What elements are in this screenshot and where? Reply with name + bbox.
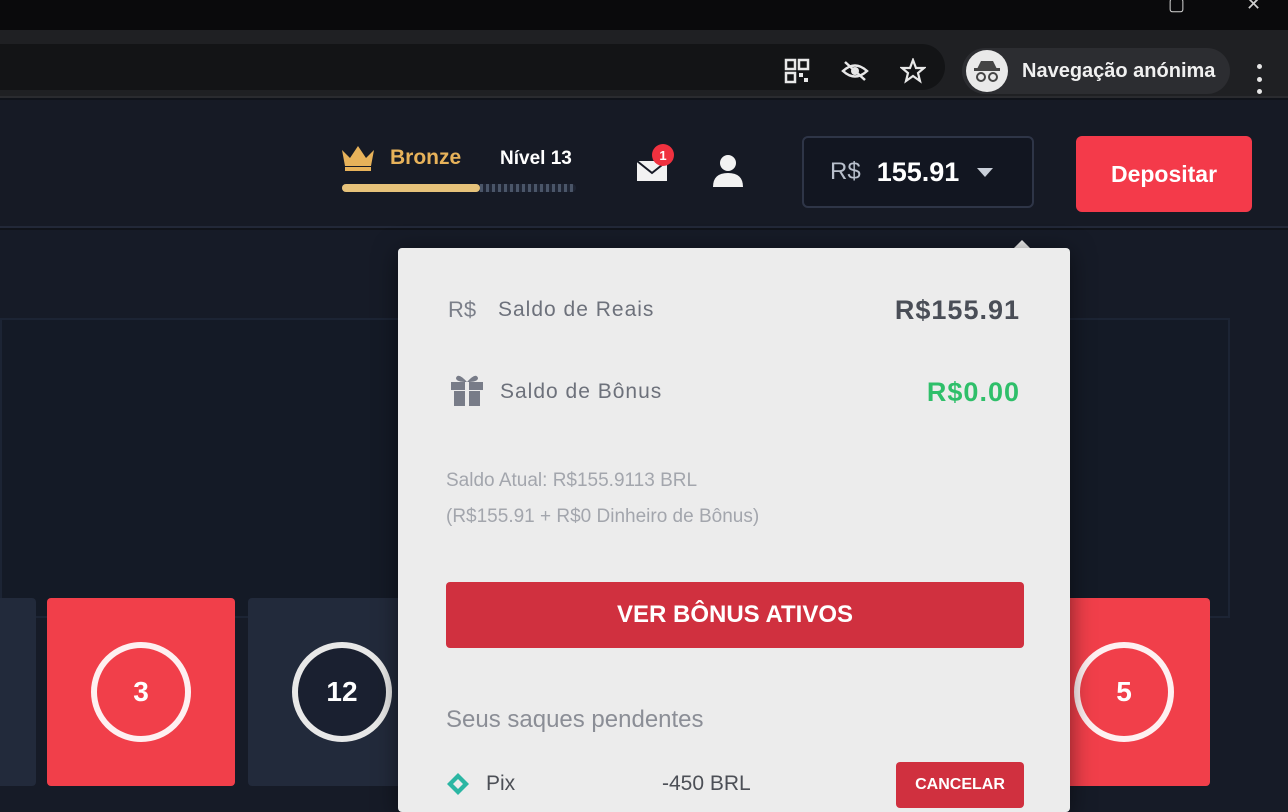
tile-number: 3: [91, 642, 191, 742]
tile-number: 5: [1074, 642, 1174, 742]
real-balance-label: Saldo de Reais: [498, 298, 655, 321]
pending-withdrawals-title: Seus saques pendentes: [446, 706, 704, 733]
incognito-icon: [966, 50, 1008, 92]
withdrawal-amount: -450 BRL: [662, 772, 751, 795]
real-balance-amount: R$155.91: [894, 294, 1020, 325]
roulette-tile[interactable]: 3: [47, 598, 235, 786]
incognito-indicator[interactable]: Navegação anónima: [962, 48, 1230, 94]
cancel-withdrawal-button[interactable]: CANCELAR: [896, 762, 1024, 808]
bonus-balance-label: Saldo de Bônus: [500, 380, 663, 403]
user-icon: [713, 155, 743, 187]
inbox-button[interactable]: 1: [632, 144, 674, 188]
balance-dropdown: R$ Saldo de Reais R$155.91 Saldo de Bônu…: [398, 248, 1070, 812]
xp-progress-fill: [342, 184, 481, 192]
eye-off-icon[interactable]: [840, 56, 870, 86]
current-balance-note: Saldo Atual: R$155.9113 BRL: [446, 470, 698, 491]
chevron-down-icon: [977, 167, 994, 177]
balance-selector[interactable]: R$ 155.91: [802, 136, 1034, 208]
restore-window-icon[interactable]: ▢: [1168, 0, 1185, 15]
pending-withdrawal-row: Pix -450 BRL CANCELAR: [446, 762, 1026, 808]
tile-number: 12: [292, 642, 392, 742]
close-window-icon[interactable]: ✕: [1246, 0, 1261, 15]
balance-breakdown-note: (R$155.91 + R$0 Dinheiro de Bônus): [446, 506, 760, 527]
real-currency-icon: R$: [448, 297, 477, 322]
balance-amount: 155.91: [876, 156, 960, 187]
balance-currency: R$: [830, 158, 861, 185]
rank-progress[interactable]: Bronze Nível 13: [340, 142, 580, 198]
bookmark-star-icon[interactable]: [898, 56, 928, 86]
notification-badge: 1: [652, 144, 674, 166]
profile-button[interactable]: [708, 150, 748, 190]
real-balance-row: R$ Saldo de Reais R$155.91: [448, 290, 1020, 330]
qr-code-icon[interactable]: [782, 56, 812, 86]
bonus-balance-row: Saldo de Bônus R$0.00: [448, 372, 1020, 412]
site-header: Bronze Nível 13 1 R$ 155.91 Depositar: [0, 100, 1288, 228]
withdrawal-method: Pix: [486, 772, 516, 795]
xp-progress-bar: [342, 184, 576, 192]
level-label: Nível 13: [500, 148, 572, 169]
gift-icon: [448, 370, 500, 414]
bonus-balance-amount: R$0.00: [926, 376, 1020, 407]
pix-icon: [447, 773, 469, 795]
rank-name: Bronze: [390, 146, 462, 169]
browser-toolbar: Navegação anónima: [0, 30, 1288, 98]
deposit-button[interactable]: Depositar: [1076, 136, 1252, 212]
browser-menu-icon[interactable]: [1254, 64, 1264, 94]
screen: ▢ ✕ Navegação anónima Bronze Nível 13 1 …: [0, 0, 1288, 812]
roulette-tile[interactable]: [0, 598, 36, 786]
crown-icon: [342, 146, 374, 171]
view-active-bonuses-button[interactable]: VER BÔNUS ATIVOS: [446, 582, 1024, 648]
window-titlebar: ▢ ✕: [0, 0, 1288, 30]
incognito-label: Navegação anónima: [1022, 59, 1216, 82]
